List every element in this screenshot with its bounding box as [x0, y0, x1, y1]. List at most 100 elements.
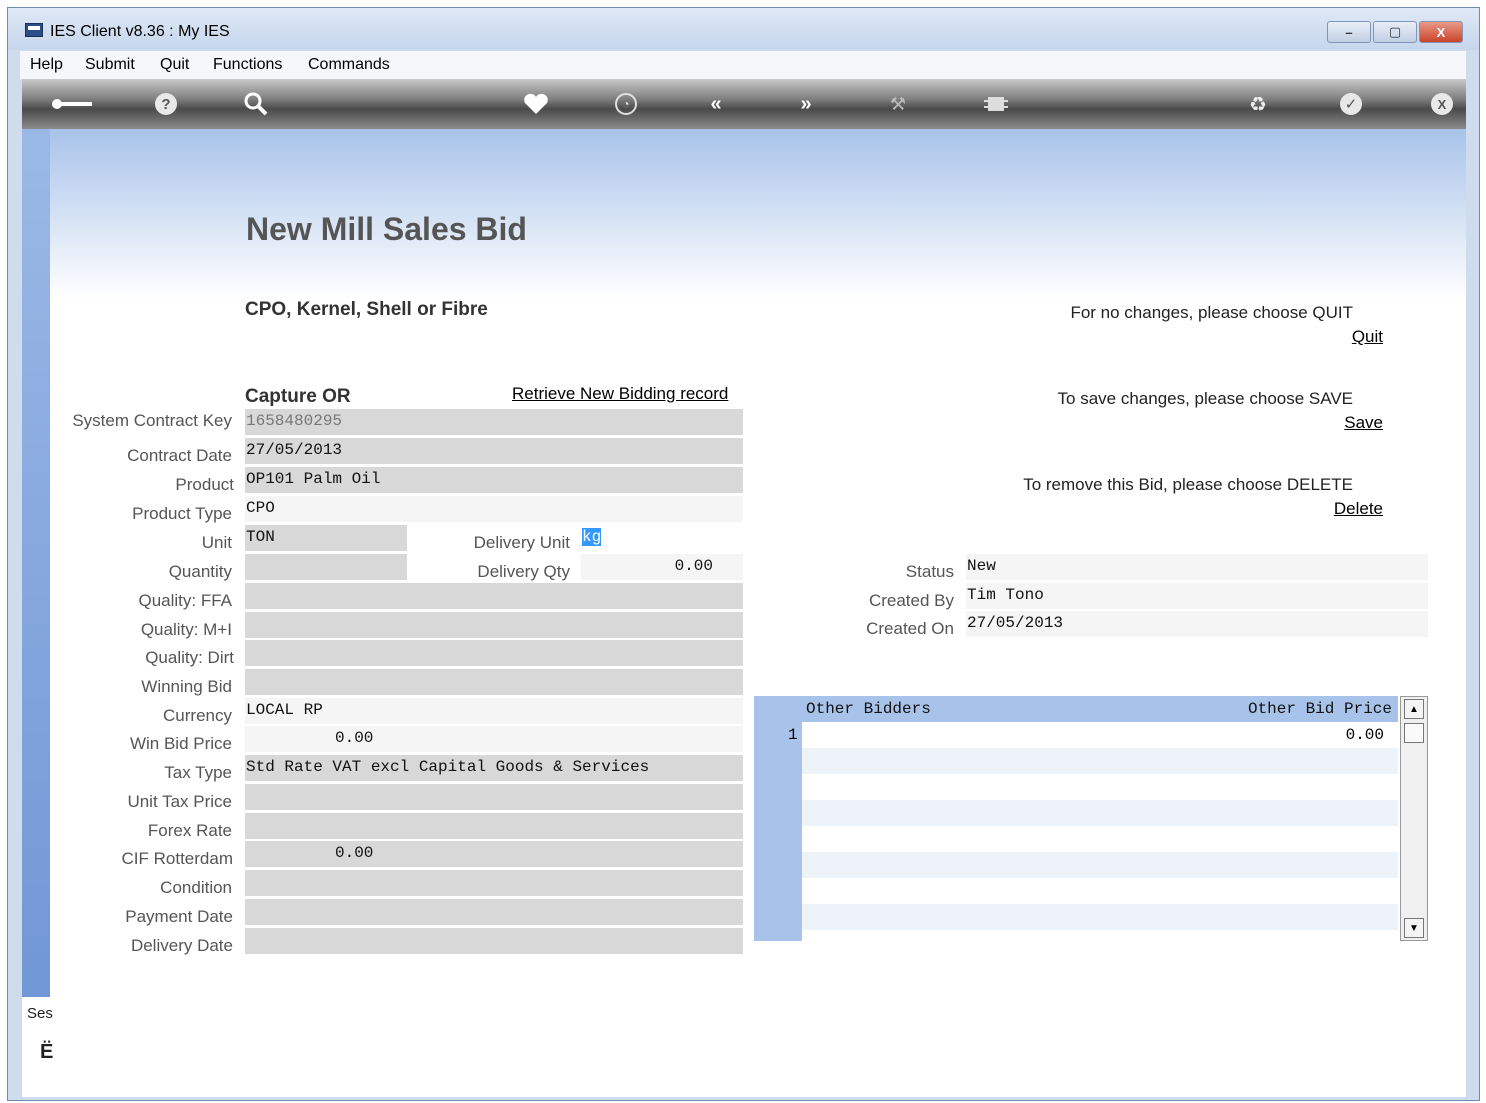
product-type-field[interactable]: CPO: [245, 496, 743, 522]
table-row[interactable]: [802, 852, 1398, 878]
condition-field[interactable]: [245, 870, 743, 896]
winning-bid-label: Winning Bid: [141, 677, 232, 696]
delivery-unit-field[interactable]: kg: [581, 525, 743, 551]
col-other-bidders: Other Bidders: [806, 700, 931, 718]
quality-ffa-field[interactable]: [245, 583, 743, 609]
grid-header: Other Bidders Other Bid Price: [754, 696, 1398, 722]
main-content: Ses Ë New Mill Sales Bid CPO, Kernel, Sh…: [22, 129, 1466, 1097]
col-other-bid-price: Other Bid Price: [1247, 700, 1392, 718]
table-row[interactable]: 0.00: [802, 722, 1398, 748]
menu-submit[interactable]: Submit: [85, 56, 135, 74]
scroll-thumb[interactable]: [1404, 723, 1424, 743]
winning-bid-field[interactable]: [245, 669, 743, 695]
delete-link[interactable]: Delete: [1334, 499, 1383, 519]
heart-icon[interactable]: [522, 91, 550, 117]
product-field[interactable]: OP101 Palm Oil: [245, 467, 743, 493]
quality-mi-field[interactable]: [245, 612, 743, 638]
unit-label: Unit: [201, 533, 232, 552]
table-row[interactable]: [802, 800, 1398, 826]
unit-tax-price-field[interactable]: [245, 784, 743, 810]
search-icon[interactable]: [242, 91, 270, 117]
app-icon: [25, 23, 43, 37]
key-icon[interactable]: [50, 91, 94, 117]
unit-tax-price-label: Unit Tax Price: [127, 792, 232, 811]
recycle-icon[interactable]: ♻: [1244, 91, 1272, 117]
table-row[interactable]: [802, 930, 1398, 941]
session-icon[interactable]: Ë: [40, 1041, 53, 1064]
save-note: To save changes, please choose SAVE: [1057, 389, 1353, 408]
scroll-down-icon[interactable]: ▼: [1404, 918, 1424, 938]
table-row[interactable]: [802, 904, 1398, 930]
clock-icon[interactable]: ◔: [612, 91, 640, 117]
close-window-button[interactable]: X: [1419, 21, 1463, 43]
window-title: IES Client v8.36 : My IES: [50, 23, 230, 40]
created-by-field: Tim Tono: [966, 583, 1428, 609]
created-by-label: Created By: [868, 591, 954, 610]
cif-rotterdam-field[interactable]: 0.00: [245, 841, 743, 867]
page-title: New Mill Sales Bid: [246, 211, 527, 247]
quality-ffa-label: Quality: FFA: [138, 591, 232, 610]
quality-dirt-field[interactable]: [245, 640, 743, 666]
quantity-label: Quantity: [168, 562, 232, 581]
win-bid-price-field[interactable]: 0.00: [245, 726, 743, 752]
menu-commands[interactable]: Commands: [308, 56, 390, 74]
scroll-up-icon[interactable]: ▲: [1404, 699, 1424, 719]
menu-help[interactable]: Help: [30, 56, 63, 74]
delivery-unit-label: Delivery Unit: [473, 533, 570, 552]
table-row[interactable]: [802, 878, 1398, 904]
product-type-label: Product Type: [132, 504, 232, 523]
cif-rotterdam-label: CIF Rotterdam: [121, 849, 233, 868]
minimize-button[interactable]: –: [1327, 21, 1371, 43]
check-icon[interactable]: ✓: [1337, 91, 1365, 117]
back-icon[interactable]: «: [702, 91, 730, 117]
tools-icon[interactable]: ⚒: [884, 91, 912, 117]
delete-note: To remove this Bid, please choose DELETE: [1023, 475, 1353, 494]
currency-label: Currency: [163, 706, 232, 725]
table-row[interactable]: [802, 748, 1398, 774]
menu-functions[interactable]: Functions: [213, 56, 282, 74]
tax-type-field[interactable]: Std Rate VAT excl Capital Goods & Servic…: [245, 755, 743, 781]
retrieve-link[interactable]: Retrieve New Bidding record: [512, 384, 728, 404]
condition-label: Condition: [160, 878, 232, 897]
status-label: Status: [905, 562, 954, 581]
forward-icon[interactable]: »: [792, 91, 820, 117]
delivery-qty-field[interactable]: 0.00: [581, 554, 743, 580]
capture-heading: Capture OR: [245, 386, 351, 407]
quality-mi-label: Quality: M+I: [140, 620, 232, 639]
session-label: Ses: [27, 1005, 53, 1022]
contract-date-label: Contract Date: [127, 446, 232, 465]
close-icon[interactable]: X: [1428, 91, 1456, 117]
win-bid-price-label: Win Bid Price: [129, 734, 232, 753]
delivery-date-field[interactable]: [245, 928, 743, 954]
page-subtitle: CPO, Kernel, Shell or Fibre: [245, 299, 488, 320]
status-field: New: [966, 554, 1428, 580]
chip-icon[interactable]: [982, 91, 1010, 117]
menu-bar: Help Submit Quit Functions Commands: [20, 51, 1466, 79]
delivery-date-label: Delivery Date: [130, 936, 233, 955]
contract-date-field[interactable]: 27/05/2013: [245, 438, 743, 464]
system-contract-key-field: 1658480295: [245, 409, 743, 435]
maximize-button[interactable]: ▢: [1373, 21, 1417, 43]
forex-rate-field[interactable]: [245, 813, 743, 839]
table-row[interactable]: [802, 774, 1398, 800]
other-bidders-grid[interactable]: Other Bidders Other Bid Price 1 0.00 ▲ ▼: [754, 696, 1428, 941]
other-bid-price-cell[interactable]: 0.00: [1346, 726, 1384, 744]
menu-quit[interactable]: Quit: [160, 56, 189, 74]
quit-note: For no changes, please choose QUIT: [1070, 303, 1353, 322]
quality-dirt-label: Quality: Dirt: [145, 648, 234, 667]
product-label: Product: [175, 475, 234, 494]
row-number-column: 1: [754, 722, 802, 941]
currency-field[interactable]: LOCAL RP: [245, 698, 743, 724]
grid-scrollbar[interactable]: ▲ ▼: [1400, 696, 1428, 941]
app-window: IES Client v8.36 : My IES – ▢ X Help Sub…: [7, 7, 1480, 1101]
save-link[interactable]: Save: [1344, 413, 1383, 433]
help-icon[interactable]: ?: [152, 91, 180, 117]
delivery-qty-label: Delivery Qty: [477, 562, 570, 581]
quit-link[interactable]: Quit: [1352, 327, 1383, 347]
title-bar: IES Client v8.36 : My IES – ▢ X: [8, 8, 1479, 50]
table-row[interactable]: [802, 826, 1398, 852]
tax-type-label: Tax Type: [164, 763, 232, 782]
payment-date-field[interactable]: [245, 899, 743, 925]
created-on-field: 27/05/2013: [966, 611, 1428, 637]
system-contract-key-label: System Contract Key: [72, 411, 232, 430]
